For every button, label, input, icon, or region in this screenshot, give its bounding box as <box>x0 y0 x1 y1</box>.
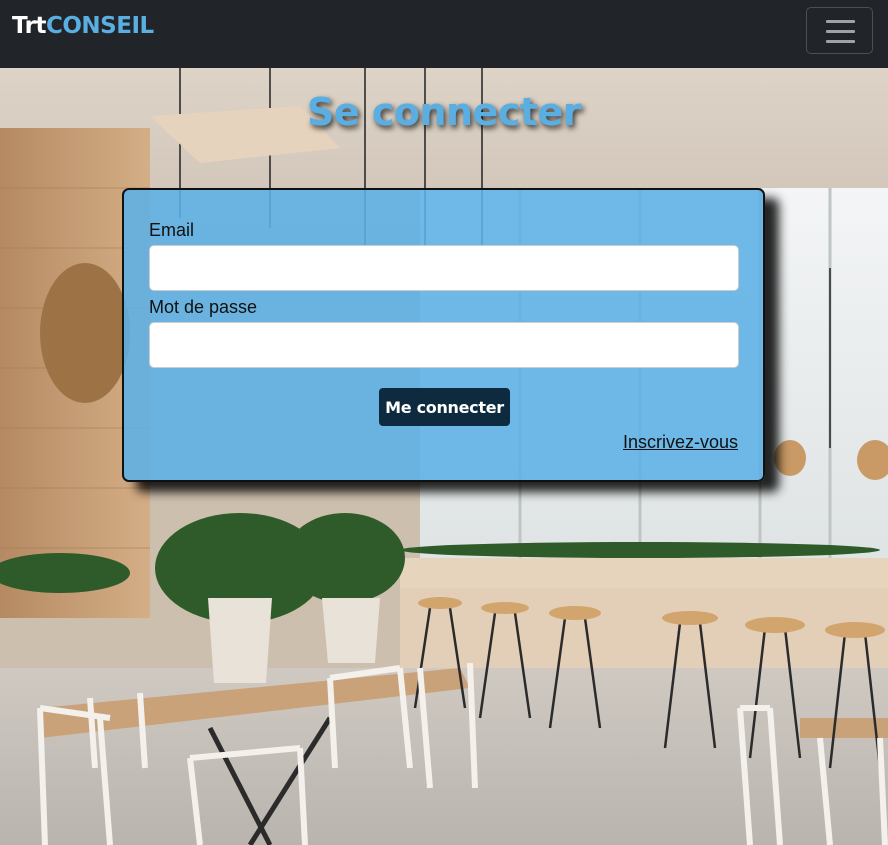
login-card: Email Mot de passe Me connecter Inscrive… <box>122 188 765 482</box>
email-input[interactable] <box>149 245 739 291</box>
page-title: Se connecter <box>306 90 582 134</box>
brand-logo-link[interactable]: TrtCONSEIL <box>12 13 154 39</box>
password-input[interactable] <box>149 322 739 368</box>
brand-part-trt: Trt <box>12 13 47 39</box>
email-label: Email <box>149 220 195 240</box>
navbar: TrtCONSEIL <box>0 0 888 68</box>
signup-link[interactable]: Inscrivez-vous <box>623 432 738 453</box>
password-label: Mot de passe <box>149 297 258 317</box>
navbar-toggler-button[interactable] <box>806 7 873 54</box>
login-submit-button[interactable]: Me connecter <box>379 388 510 426</box>
brand-part-conseil: CONSEIL <box>46 13 154 39</box>
